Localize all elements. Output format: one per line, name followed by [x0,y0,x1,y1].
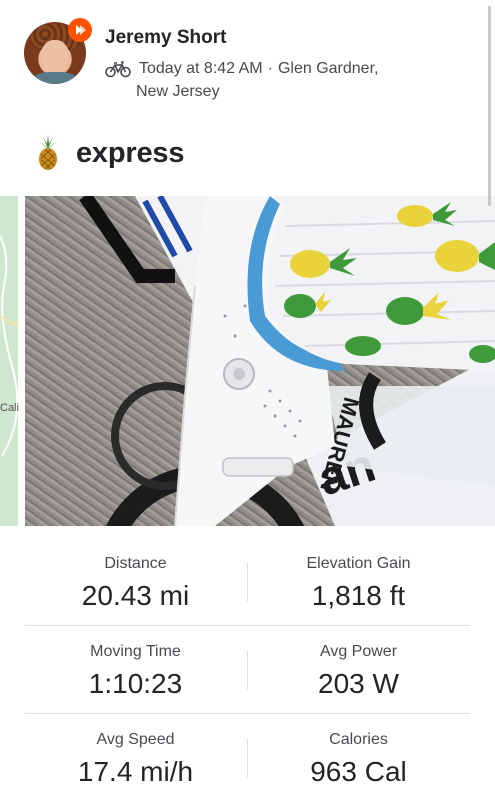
activity-photo[interactable]: an MAUREN [25,196,495,526]
stat-moving-time: Moving Time 1:10:23 [24,626,247,714]
stat-avg-power: Avg Power 203 W [247,626,470,714]
stat-label: Distance [104,555,167,572]
stats-row: Distance 20.43 mi Elevation Gain 1,818 f… [24,538,470,626]
bike-icon [105,61,131,78]
map-place-label: Cali [0,402,19,414]
stats-row: Moving Time 1:10:23 Avg Power 203 W [24,626,470,714]
activity-stats: Distance 20.43 mi Elevation Gain 1,818 f… [0,538,495,800]
stat-value: 20.43 mi [81,580,190,611]
stats-row: Avg Speed 17.4 mi/h Calories 963 Cal [24,714,470,800]
activity-header: Jeremy Short Today at 8:42 AM · Glen Gar… [0,0,495,120]
activity-time: Today at 8:42 AM [139,60,263,77]
stat-label: Avg Power [319,643,398,660]
activity-title-row[interactable]: express [34,133,184,173]
stat-value: 17.4 mi/h [77,756,194,787]
route-map-thumbnail[interactable]: Cali [0,196,19,526]
activity-location-line2: New Jersey [136,83,220,100]
subscriber-badge-icon [68,18,92,42]
activity-location: Glen Gardner, [277,60,379,77]
stat-label: Moving Time [90,643,181,660]
media-carousel[interactable]: Cali an MAUREN [0,196,495,526]
scrollbar[interactable] [488,6,491,206]
stat-label: Elevation Gain [306,555,411,572]
athlete-name[interactable]: Jeremy Short [105,27,226,49]
meta-separator: · [267,60,273,77]
stat-avg-speed: Avg Speed 17.4 mi/h [24,714,247,800]
activity-meta: Today at 8:42 AM · Glen Gardner, [105,60,378,78]
stat-value: 203 W [318,668,399,699]
stat-label: Calories [329,731,388,748]
stat-calories: Calories 963 Cal [247,714,470,800]
stat-value: 1:10:23 [88,668,183,699]
stat-value: 963 Cal [310,756,407,787]
pineapple-icon [39,135,57,170]
stat-distance: Distance 20.43 mi [24,538,247,626]
stat-elevation-gain: Elevation Gain 1,818 ft [247,538,470,626]
activity-title: express [76,136,185,169]
avatar[interactable] [24,18,92,84]
stat-value: 1,818 ft [311,580,406,611]
stat-label: Avg Speed [96,731,175,748]
